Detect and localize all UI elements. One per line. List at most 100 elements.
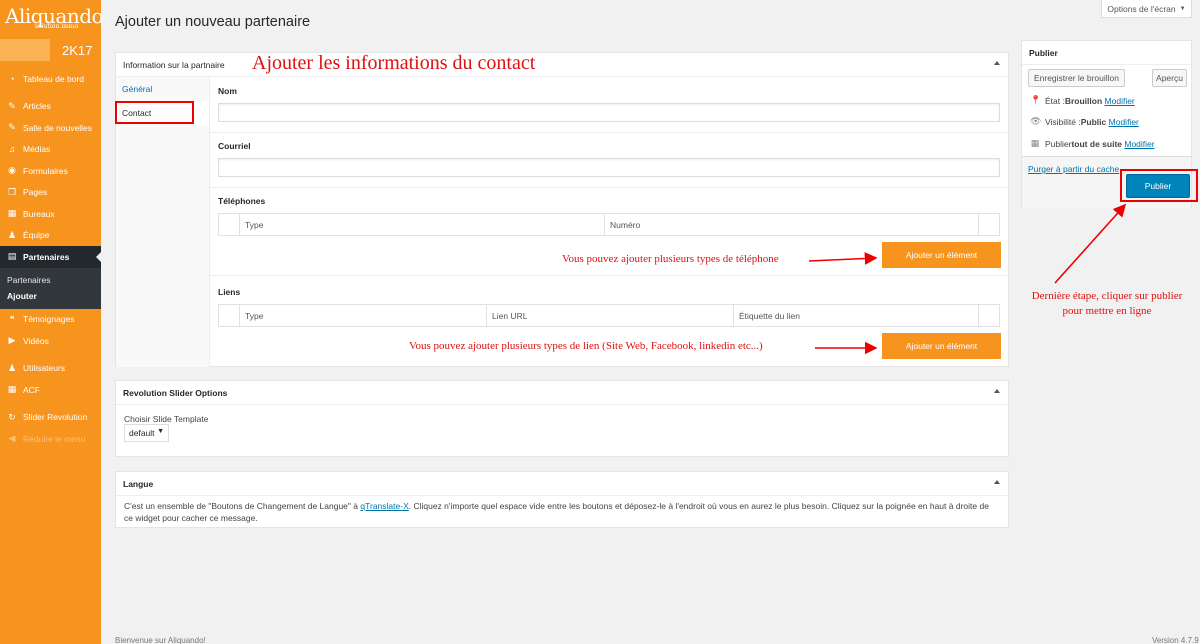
telephones-table: Type Numéro — [218, 213, 1000, 236]
divider — [210, 275, 1008, 276]
chevron-down-icon: ▼ — [1179, 5, 1186, 12]
sidebar-item-articles[interactable]: ✎ Articles — [0, 96, 101, 118]
submenu-item-add[interactable]: Ajouter — [0, 288, 101, 304]
sidebar-item-videos[interactable]: ▶ Vidéos — [0, 330, 101, 352]
page-title: Ajouter un nouveau partenaire — [115, 14, 311, 30]
add-phone-button[interactable]: Ajouter un élément — [882, 242, 1001, 268]
collapse-toggle-icon[interactable] — [994, 480, 1000, 484]
nom-input[interactable] — [218, 103, 1000, 122]
column-header: Étiquette du lien — [734, 305, 979, 326]
sidebar-item-team[interactable]: ♟ Équipe — [0, 225, 101, 247]
sidebar-item-offices[interactable]: ▦ Bureaux — [0, 203, 101, 225]
metabox-header[interactable]: Langue — [116, 472, 1008, 496]
revolution-slider-metabox: Revolution Slider Options Choisir Slide … — [115, 380, 1009, 457]
building-icon: ▦ — [7, 208, 17, 219]
annotation-heading: Ajouter les informations du contact — [252, 52, 536, 74]
sidebar-item-label: Utilisateurs — [23, 363, 66, 374]
liens-label: Liens — [218, 287, 241, 297]
annotation-link-note: Vous pouvez ajouter plusieurs types de l… — [409, 340, 763, 352]
brand-logo[interactable]: Aliquando solution immo — [0, 0, 104, 38]
year-badge: 2K17 — [62, 42, 93, 58]
pin-icon: 📍 — [1030, 95, 1042, 105]
forms-icon: ◉ — [8, 165, 16, 176]
sidebar-collapse-menu[interactable]: ◀ Réduire le menu — [0, 428, 101, 450]
sidebar-item-forms[interactable]: ◉ Formulaires — [0, 160, 101, 182]
modify-schedule-link[interactable]: Modifier — [1124, 139, 1154, 149]
users-icon: ♟ — [7, 362, 17, 373]
sidebar-item-newsroom[interactable]: ✎ Salle de nouvelles — [0, 117, 101, 139]
pin-icon: ✎ — [8, 122, 16, 133]
slide-template-select[interactable]: default ▼ — [124, 424, 169, 442]
collapse-icon: ◀ — [8, 433, 16, 444]
sidebar-item-label: Témoignages — [23, 314, 75, 325]
sidebar-item-label: Réduire le menu — [23, 433, 86, 444]
sidebar-item-label: Slider Revolution — [23, 412, 88, 423]
slide-template-label: Choisir Slide Template — [124, 414, 209, 424]
status-row: 📍 État : Brouillon Modifier — [1030, 95, 1135, 106]
screen-options-button[interactable]: Options de l'écran ▼ — [1101, 0, 1192, 18]
save-draft-button[interactable]: Enregistrer le brouillon — [1028, 69, 1125, 87]
metabox-header[interactable]: Revolution Slider Options — [116, 381, 1008, 405]
tab-general[interactable]: Général — [116, 77, 209, 101]
sidebar-item-users[interactable]: ♟ Utilisateurs — [0, 358, 101, 380]
partner-info-metabox: Information sur la partnaire Général Con… — [115, 52, 1009, 367]
annotation-phone-note: Vous pouvez ajouter plusieurs types de t… — [562, 253, 779, 265]
quote-icon: ❝ — [9, 313, 15, 324]
sidebar-item-label: Pages — [23, 187, 48, 198]
refresh-icon: ↻ — [8, 411, 16, 422]
dashboard-icon: ◔ — [9, 73, 15, 84]
purge-cache-link[interactable]: Purger à partir du cache — [1028, 164, 1119, 174]
language-metabox: Langue C'est un ensemble de "Boutons de … — [115, 471, 1009, 528]
metabox-title: Publier — [1029, 47, 1058, 58]
sidebar-item-slider-revolution[interactable]: ↻ Slider Revolution — [0, 407, 101, 429]
sidebar-item-label: Tableau de bord — [23, 73, 84, 84]
calendar-icon: ▦ — [1030, 138, 1040, 148]
contact-fields: Nom Courriel Téléphones Type Numéro Ajou… — [210, 77, 1008, 367]
telephones-label: Téléphones — [218, 196, 266, 206]
sidebar-item-media[interactable]: ♫ Médias — [0, 139, 101, 161]
preview-button[interactable]: Aperçu — [1152, 69, 1187, 87]
sidebar-item-label: Médias — [23, 144, 51, 155]
partners-submenu: Partenaires Ajouter — [0, 267, 101, 309]
footer-welcome: Bienvenue sur Aliquando! — [115, 636, 206, 644]
metabox-header[interactable]: Publier — [1022, 41, 1191, 65]
column-header: Type — [240, 305, 487, 326]
divider — [210, 187, 1008, 188]
video-icon: ▶ — [8, 335, 16, 346]
arrow-icon — [1054, 203, 1127, 284]
sidebar-item-pages[interactable]: ❐ Pages — [0, 182, 101, 204]
sidebar-item-acf[interactable]: ▦ ACF — [0, 379, 101, 401]
courriel-input[interactable] — [218, 158, 1000, 177]
collapse-toggle-icon[interactable] — [994, 61, 1000, 65]
site-color-block — [0, 39, 50, 61]
modify-status-link[interactable]: Modifier — [1105, 96, 1135, 106]
metabox-header[interactable]: Information sur la partnaire — [116, 53, 1008, 77]
pages-icon: ❐ — [7, 186, 17, 197]
sidebar-item-dashboard[interactable]: ◔ Tableau de bord — [0, 68, 101, 90]
contact-tab-highlight — [115, 101, 194, 124]
column-header: Lien URL — [487, 305, 734, 326]
language-description: C'est un ensemble de "Boutons de Changem… — [124, 501, 989, 523]
modify-visibility-link[interactable]: Modifier — [1109, 117, 1139, 127]
media-icon: ♫ — [8, 144, 16, 155]
team-icon: ♟ — [7, 229, 17, 240]
metabox-title: Revolution Slider Options — [123, 387, 228, 398]
sidebar-item-testimonials[interactable]: ❝ Témoignages — [0, 309, 101, 331]
add-link-button[interactable]: Ajouter un élément — [882, 333, 1001, 359]
sidebar-item-label: Bureaux — [23, 208, 55, 219]
column-header: Type — [240, 214, 605, 235]
footer-version: Version 4.7.9 — [1152, 636, 1199, 644]
nom-label: Nom — [218, 86, 237, 96]
sidebar-item-label: Articles — [23, 101, 51, 112]
schedule-row: ▦ Publier tout de suite Modifier — [1030, 138, 1155, 149]
annotation-final-step: Dernière étape, cliquer sur publier pour… — [1031, 290, 1183, 317]
sidebar-item-partners[interactable]: ▤ Partenaires — [0, 246, 101, 268]
qtranslate-link[interactable]: qTranslate-X — [360, 501, 408, 511]
column-header: Numéro — [605, 214, 979, 235]
sidebar-item-label: ACF — [23, 384, 40, 395]
divider — [210, 132, 1008, 133]
submenu-item-partners[interactable]: Partenaires — [0, 272, 101, 288]
site-badge-row: 2K17 — [0, 38, 101, 62]
collapse-toggle-icon[interactable] — [994, 389, 1000, 393]
publish-button-highlight — [1120, 169, 1198, 202]
